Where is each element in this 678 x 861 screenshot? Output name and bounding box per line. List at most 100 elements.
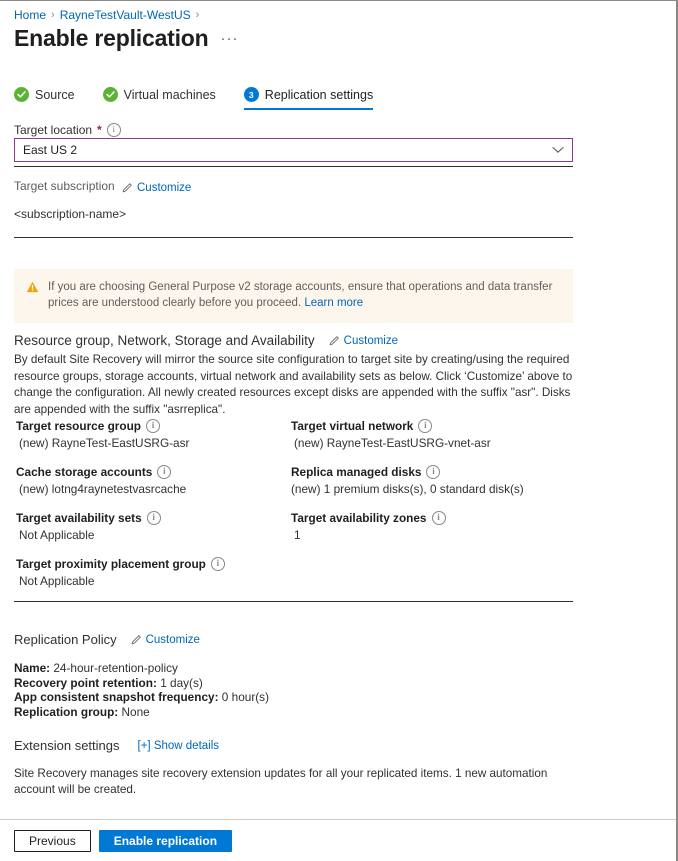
detail-title: Target availability sets i [16,511,286,525]
resource-group-customize-link[interactable]: Customize [329,335,398,347]
policy-key: Name: [14,661,51,675]
detail-target-virtual-network: Target virtual network i (new) RayneTest… [291,419,571,450]
warning-banner: If you are choosing General Purpose v2 s… [14,269,573,323]
info-icon[interactable]: i [426,465,441,479]
tab-replication-settings[interactable]: 3 Replication settings [243,87,374,110]
warning-message: If you are choosing General Purpose v2 s… [48,281,553,309]
breadcrumb-item-home[interactable]: Home [14,8,46,22]
divider [14,601,573,602]
learn-more-link[interactable]: Learn more [304,297,363,309]
replication-policy-header: Replication Policy Customize [14,632,200,647]
detail-value: Not Applicable [19,574,95,588]
breadcrumb: Home › RayneTestVault-WestUS › [14,8,199,22]
divider [14,166,573,167]
page-title-row: Enable replication ··· [14,23,239,53]
detail-title: Replica managed disks i [291,465,571,479]
pencil-icon [122,182,133,193]
detail-title: Cache storage accounts i [16,465,286,479]
policy-key: Recovery point retention: [14,675,157,690]
previous-button[interactable]: Previous [14,829,91,852]
info-icon[interactable]: i [431,511,446,525]
detail-title-text: Target availability sets [16,511,142,525]
detail-target-resource-group: Target resource group i (new) RayneTest-… [16,419,286,450]
detail-value: 1 [294,528,301,542]
extension-settings-title: Extension settings [14,738,120,753]
detail-title-text: Cache storage accounts [16,465,153,479]
tab-replication-settings-label: Replication settings [264,87,374,102]
resource-group-section-title: Resource group, Network, Storage and Ava… [14,333,315,348]
tab-virtual-machines[interactable]: Virtual machines [102,87,216,108]
enable-replication-button[interactable]: Enable replication [98,829,233,852]
page-title: Enable replication [14,25,209,51]
breadcrumb-separator-icon: › [51,9,55,21]
show-details-link[interactable]: [+] Show details [138,740,220,752]
resource-group-section-header: Resource group, Network, Storage and Ava… [14,333,398,348]
warning-text: If you are choosing General Purpose v2 s… [48,279,561,311]
info-icon[interactable]: i [146,511,161,525]
detail-target-availability-zones: Target availability zones i 1 [291,511,571,542]
target-subscription-label: Target subscription [14,179,115,193]
policy-row: Replication group: None [14,705,269,720]
info-icon[interactable]: i [418,419,433,433]
detail-title: Target virtual network i [291,419,571,433]
extension-settings-description: Site Recovery manages site recovery exte… [14,767,548,796]
detail-target-proximity-placement-group: Target proximity placement group i Not A… [16,557,286,588]
customize-link-label: Customize [343,334,398,347]
customize-link-label: Customize [137,181,192,194]
info-icon[interactable]: i [146,419,160,433]
step-number-badge: 3 [243,87,259,102]
policy-value: 24-hour-retention-policy [53,661,178,675]
tab-source[interactable]: Source [14,87,75,108]
policy-value: 1 day(s) [160,675,203,690]
chevron-down-icon[interactable] [552,146,564,154]
replication-policy-details: Name: 24-hour-retention-policy Recovery … [14,661,269,719]
resource-group-description: By default Site Recovery will mirror the… [14,353,573,416]
detail-title: Target resource group i [16,419,286,433]
target-location-label: Target location * i [14,123,121,137]
target-location-value: East US 2 [23,143,78,157]
detail-title: Target availability zones i [291,511,571,525]
detail-title-text: Target virtual network [291,419,414,433]
detail-cache-storage-accounts: Cache storage accounts i (new) lotng4ray… [16,465,286,496]
policy-row: Name: 24-hour-retention-policy [14,661,269,676]
detail-value: (new) RayneTest-EastUSRG-asr [19,436,190,450]
divider [14,237,573,238]
policy-row: App consistent snapshot frequency: 0 hou… [14,690,269,705]
policy-row: Recovery point retention: 1 day(s) [14,676,269,691]
detail-title-text: Target proximity placement group [16,557,206,571]
info-icon[interactable]: i [106,123,121,137]
customize-link-label: Customize [145,633,200,646]
breadcrumb-item-vault[interactable]: RayneTestVault-WestUS [60,8,191,22]
target-subscription-customize[interactable]: Customize [122,180,191,198]
policy-key: App consistent snapshot frequency: [14,690,219,704]
replication-policy-customize-link[interactable]: Customize [131,634,200,646]
check-circle-icon [14,87,29,102]
policy-value: 0 hour(s) [221,690,270,704]
breadcrumb-separator-icon: › [195,9,200,21]
target-location-dropdown[interactable]: East US 2 [14,138,573,162]
policy-key: Replication group: [14,704,119,719]
detail-title-text: Target availability zones [291,511,427,525]
target-subscription-row: Target subscription [14,179,115,193]
info-icon[interactable]: i [157,465,172,479]
detail-value: Not Applicable [19,528,95,542]
details-right-column: Target virtual network i (new) RayneTest… [291,419,571,542]
target-location-label-text: Target location [14,123,93,137]
required-marker: * [97,123,102,137]
extension-settings-header: Extension settings [+] Show details [14,738,219,753]
info-icon[interactable]: i [210,557,225,571]
detail-value: (new) lotng4raynetestvasrcache [19,482,187,496]
details-left-column: Target resource group i (new) RayneTest-… [16,419,286,588]
detail-value: (new) RayneTest-EastUSRG-vnet-asr [294,436,491,450]
subscription-name-value: <subscription-name> [14,207,127,221]
footer-bar: Previous Enable replication [0,819,676,861]
tab-source-label: Source [35,87,75,102]
pencil-icon [131,634,142,645]
more-options-icon[interactable]: ··· [221,30,239,47]
detail-replica-managed-disks: Replica managed disks i (new) 1 premium … [291,465,571,496]
check-circle-icon [102,87,118,102]
detail-title-text: Replica managed disks [291,465,422,479]
wizard-steps: Source Virtual machines 3 Replication se… [14,87,374,110]
detail-title: Target proximity placement group i [16,557,286,571]
pencil-icon [329,335,340,346]
